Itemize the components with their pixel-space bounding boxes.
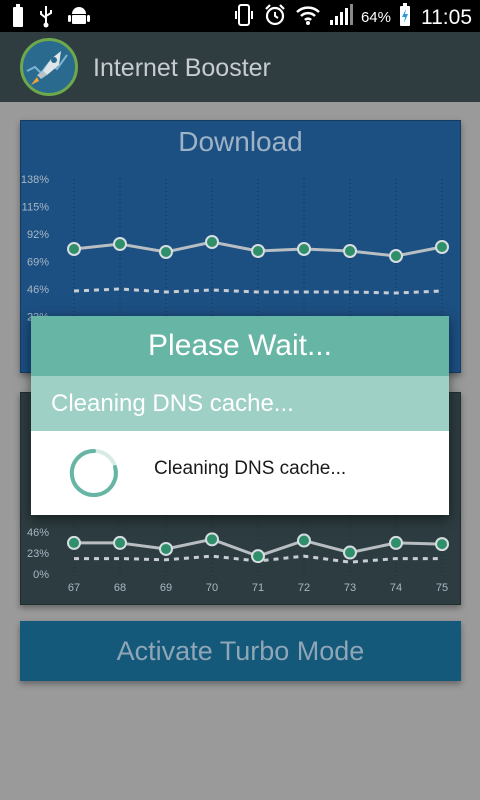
data-point [67, 535, 81, 550]
signal-icon [329, 4, 353, 31]
x-tick-label: 68 [114, 582, 126, 594]
data-point [251, 549, 265, 564]
data-point [159, 541, 173, 556]
y-tick-label: 92% [27, 229, 49, 241]
data-point [435, 537, 449, 552]
data-point [297, 242, 311, 256]
status-left-icons [12, 4, 90, 33]
x-tick-label: 69 [160, 582, 172, 594]
x-tick-label: 72 [298, 582, 310, 594]
x-tick-label: 74 [390, 582, 402, 594]
dialog-message: Cleaning DNS cache... [154, 458, 347, 479]
android-icon [68, 4, 90, 33]
battery-icon [12, 4, 24, 33]
dialog-title: Please Wait... [31, 316, 449, 376]
data-point [205, 532, 219, 547]
y-tick-label: 69% [27, 257, 49, 269]
y-tick-label: 46% [27, 284, 49, 296]
data-point [113, 535, 127, 550]
data-point [205, 235, 219, 249]
data-point [297, 533, 311, 548]
y-tick-label: 0% [33, 569, 49, 581]
status-bar: 64% 11:05 [0, 0, 480, 32]
app-bar: Internet Booster [0, 32, 480, 102]
data-point [389, 249, 403, 263]
data-point [159, 245, 173, 259]
data-point [389, 535, 403, 550]
data-point [435, 240, 449, 254]
activate-turbo-mode-button[interactable]: Activate Turbo Mode [20, 621, 461, 681]
battery-percent: 64% [360, 9, 391, 26]
rocket-logo-icon [20, 38, 78, 96]
alarm-icon [263, 3, 287, 32]
y-tick-label: 138% [21, 174, 49, 186]
x-tick-label: 70 [206, 582, 218, 594]
x-tick-label: 73 [344, 582, 356, 594]
loading-spinner-icon [68, 447, 120, 499]
dialog-body: Cleaning DNS cache... [31, 431, 449, 515]
wifi-icon [295, 4, 321, 31]
data-point [343, 244, 357, 258]
y-tick-label: 23% [27, 548, 49, 560]
vibrate-icon [233, 3, 255, 32]
data-point [343, 545, 357, 560]
clock-time: 11:05 [421, 5, 472, 29]
please-wait-dialog: Please Wait... Cleaning DNS cache... Cle… [31, 316, 449, 515]
x-tick-label: 75 [436, 582, 448, 594]
usb-icon [38, 4, 54, 33]
y-tick-label: 46% [27, 527, 49, 539]
status-right-icons: 64% 11:05 [233, 3, 472, 32]
data-point [67, 242, 81, 256]
app-title: Internet Booster [93, 54, 271, 82]
data-point [113, 237, 127, 251]
battery-charging-icon [399, 3, 411, 32]
series-line-secondary [73, 287, 443, 295]
x-tick-label: 71 [252, 582, 264, 594]
y-tick-label: 115% [22, 202, 50, 214]
dialog-subtitle: Cleaning DNS cache... [31, 376, 449, 431]
x-tick-label: 67 [68, 582, 80, 594]
data-point [251, 244, 265, 258]
